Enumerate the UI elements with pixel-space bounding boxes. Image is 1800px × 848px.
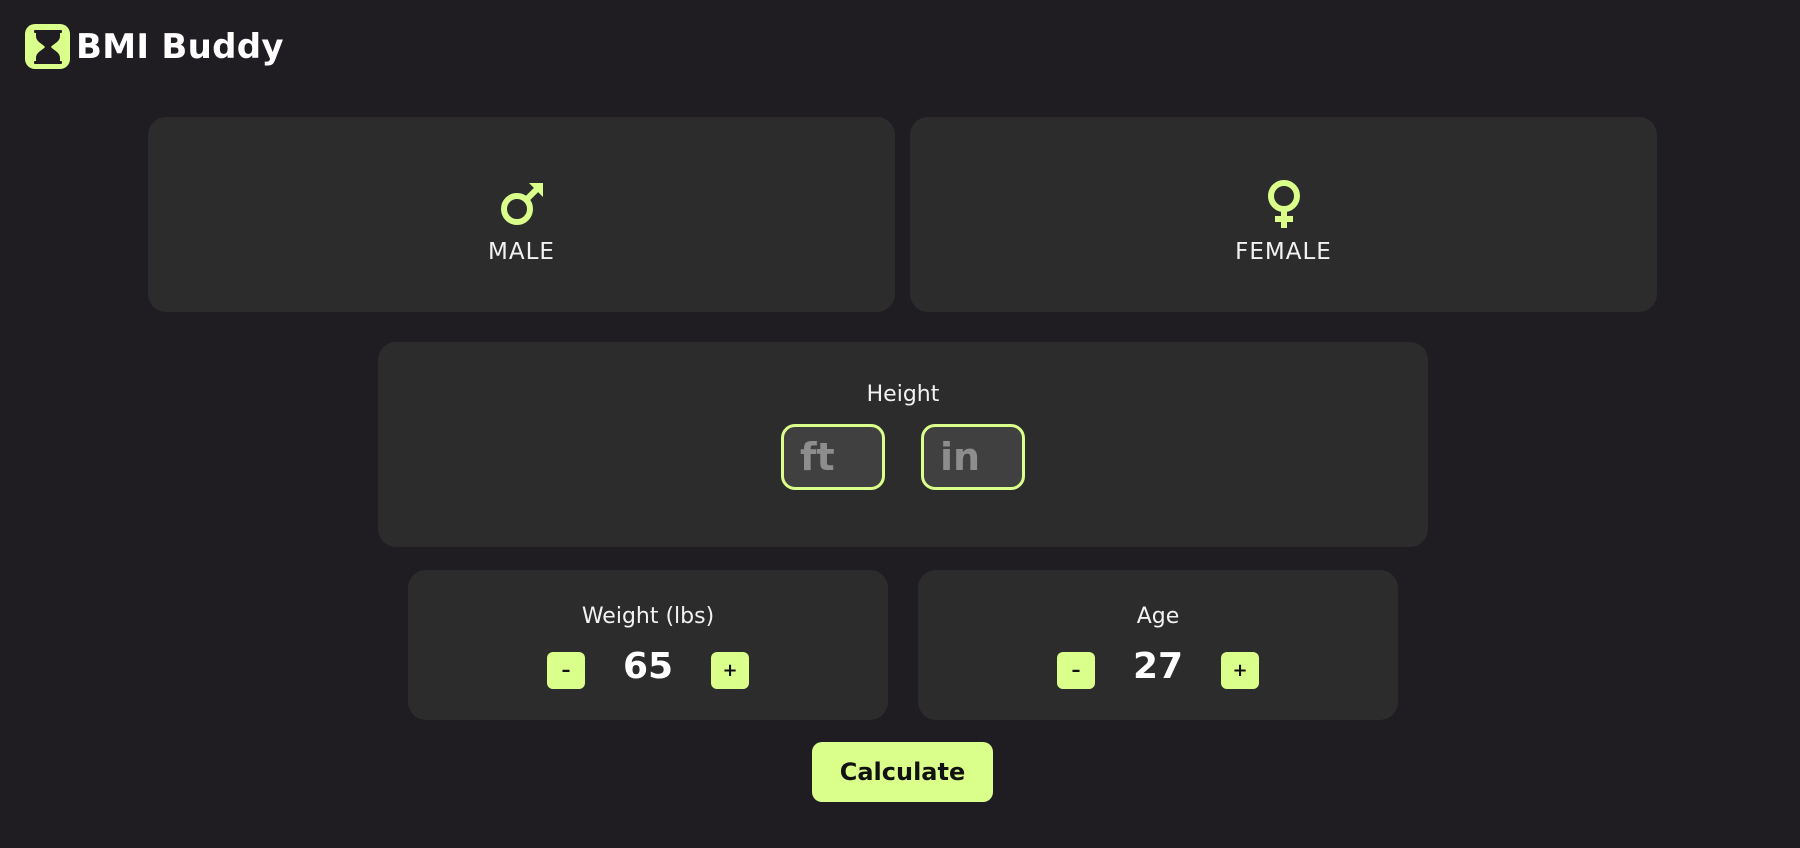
weight-label: Weight (lbs) xyxy=(581,604,715,629)
page: BMI Buddy MALE FEMALE Height Weight (lbs… xyxy=(0,0,1800,848)
gender-option-female[interactable]: FEMALE xyxy=(910,117,1657,312)
weight-decrement-button[interactable]: – xyxy=(546,652,585,689)
calculate-button[interactable]: Calculate xyxy=(812,742,993,802)
height-label: Height xyxy=(866,382,940,407)
gender-option-male[interactable]: MALE xyxy=(148,117,895,312)
male-symbol-icon xyxy=(500,182,543,225)
hourglass-icon xyxy=(25,24,70,69)
age-card: Age – 27 + xyxy=(918,570,1398,720)
brand: BMI Buddy xyxy=(25,24,284,69)
height-inputs xyxy=(378,424,1428,490)
age-decrement-button[interactable]: – xyxy=(1056,652,1095,689)
height-feet-input[interactable] xyxy=(781,424,885,490)
weight-stepper: – 65 + xyxy=(408,644,888,689)
app-title: BMI Buddy xyxy=(76,26,284,67)
female-symbol-icon xyxy=(1267,179,1300,228)
gender-label-female: FEMALE xyxy=(1235,238,1332,265)
age-increment-button[interactable]: + xyxy=(1221,652,1260,689)
gender-label-male: MALE xyxy=(488,238,555,265)
weight-increment-button[interactable]: + xyxy=(711,652,750,689)
height-card: Height xyxy=(378,342,1428,547)
age-stepper: – 27 + xyxy=(918,644,1398,689)
weight-card: Weight (lbs) – 65 + xyxy=(408,570,888,720)
weight-value: 65 xyxy=(622,646,674,687)
age-value: 27 xyxy=(1132,646,1184,687)
age-label: Age xyxy=(1136,604,1180,629)
height-inches-input[interactable] xyxy=(921,424,1025,490)
